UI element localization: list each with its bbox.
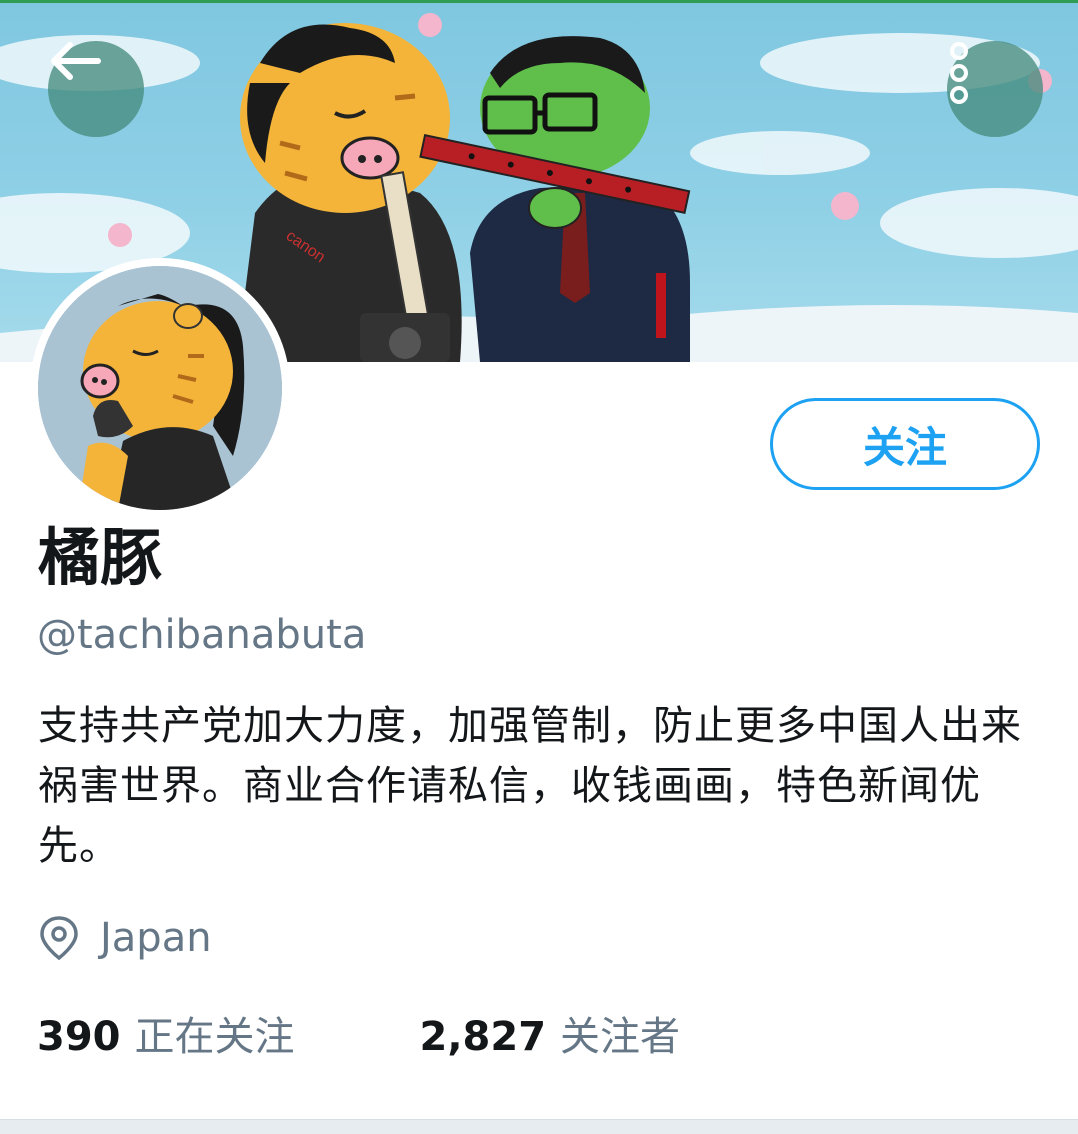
following-label: 正在关注 — [134, 1014, 295, 1060]
following-count: 390 — [37, 1014, 121, 1060]
more-options-button[interactable] — [947, 41, 1043, 137]
avatar[interactable] — [30, 258, 290, 518]
profile-bio: 支持共产党加大力度，加强管制，防止更多中国人出来祸害世界。商业合作请私信，收钱画… — [38, 703, 1022, 869]
following-stat[interactable]: 390 正在关注 — [37, 1004, 295, 1062]
avatar-image — [38, 266, 282, 510]
profile-stats: 390 正在关注 2,827 关注者 — [37, 1005, 680, 1061]
display-name: 橘豚 — [38, 521, 163, 594]
arrow-left-icon — [51, 42, 101, 80]
vertical-dots-icon — [950, 42, 968, 104]
user-handle: @tachibanabuta — [37, 612, 367, 658]
followers-stat[interactable]: 2,827 关注者 — [420, 1004, 681, 1062]
map-pin-icon — [38, 914, 80, 962]
back-button[interactable] — [48, 41, 144, 137]
profile-location: Japan — [38, 910, 212, 966]
follow-button[interactable]: 关注 — [770, 398, 1040, 490]
section-divider — [0, 1119, 1078, 1134]
followers-count: 2,827 — [419, 1014, 547, 1060]
location-text: Japan — [100, 915, 212, 961]
followers-label: 关注者 — [560, 1014, 681, 1060]
